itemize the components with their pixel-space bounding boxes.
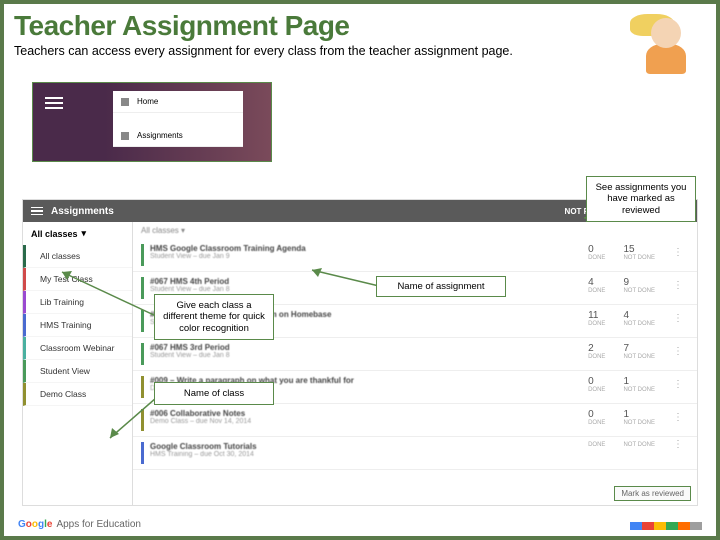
more-icon[interactable]: ⋮ <box>673 250 683 256</box>
arrow-class-name <box>104 394 159 444</box>
callout-reviewed: See assignments you have marked as revie… <box>586 176 696 222</box>
assignment-subtitle: Student View – due Jan 9 <box>150 253 582 260</box>
mark-as-reviewed-button[interactable]: Mark as reviewed <box>614 486 691 501</box>
notdone-count: 7 <box>623 343 655 354</box>
callout-class-name: Name of class <box>154 382 274 405</box>
done-count: 0 <box>588 409 605 420</box>
more-icon[interactable]: ⋮ <box>673 349 683 355</box>
app-screenshot: Assignments NOT REVIEWED REVIEWED All cl… <box>22 199 698 506</box>
arrow-theme <box>54 264 159 324</box>
assignment-subtitle: Student View – due Jan 8 <box>150 352 582 359</box>
all-classes-dropdown[interactable]: All classes ▾ <box>23 222 132 245</box>
main-menu-banner: Home Assignments <box>32 82 272 162</box>
assignment-subtitle: HMS Training – due Oct 30, 2014 <box>150 451 582 458</box>
menu-item-home[interactable]: Home <box>113 91 243 113</box>
more-icon[interactable]: ⋮ <box>673 316 683 322</box>
class-color-bar <box>141 244 144 266</box>
class-color-bar <box>141 343 144 365</box>
assignment-row[interactable]: HMS Google Classroom Training Agenda Stu… <box>133 239 697 272</box>
assignment-row[interactable]: #067 HMS 3rd Period Student View – due J… <box>133 338 697 371</box>
class-color-bar <box>141 442 144 464</box>
app-hamburger-icon[interactable] <box>31 207 43 216</box>
footer-logo: Google Apps for Education <box>18 519 141 530</box>
callout-theme: Give each class a different theme for qu… <box>154 294 274 340</box>
notdone-count: 9 <box>623 277 655 288</box>
callout-assignment-name: Name of assignment <box>376 276 506 297</box>
more-icon[interactable]: ⋮ <box>673 382 683 388</box>
notdone-count: 1 <box>623 409 655 420</box>
done-count: 4 <box>588 277 605 288</box>
assignments-icon <box>121 132 129 140</box>
done-count: 2 <box>588 343 605 354</box>
sidebar-class-item[interactable]: Student View <box>23 360 132 383</box>
footer-color-bars <box>630 522 702 530</box>
teacher-avatar <box>636 10 696 80</box>
notdone-count: 15 <box>623 244 655 255</box>
notdone-count: 4 <box>623 310 655 321</box>
assignment-row[interactable]: #006 Collaborative Notes Demo Class – du… <box>133 404 697 437</box>
more-icon[interactable]: ⋮ <box>673 415 683 421</box>
assignments-content: All classes ▾ HMS Google Classroom Train… <box>133 222 697 505</box>
done-count: 11 <box>588 310 605 321</box>
notdone-count: 1 <box>623 376 655 387</box>
done-count: 0 <box>588 244 605 255</box>
arrow-assignment-name <box>304 264 384 294</box>
more-icon[interactable]: ⋮ <box>673 283 683 289</box>
home-icon <box>121 98 129 106</box>
content-filter[interactable]: All classes ▾ <box>133 222 697 239</box>
page-subtitle: Teachers can access every assignment for… <box>4 44 716 64</box>
assignment-title: Google Classroom Tutorials <box>150 442 582 451</box>
done-count: 0 <box>588 376 605 387</box>
sidebar-class-item[interactable]: Classroom Webinar <box>23 337 132 360</box>
hamburger-icon[interactable] <box>45 97 63 112</box>
more-icon[interactable]: ⋮ <box>673 442 683 448</box>
assignment-row[interactable]: Google Classroom Tutorials HMS Training … <box>133 437 697 470</box>
google-logo: Google <box>18 519 52 530</box>
assignment-title: HMS Google Classroom Training Agenda <box>150 244 582 253</box>
page-title: Teacher Assignment Page <box>4 4 716 44</box>
menu-item-assignments[interactable]: Assignments <box>113 125 243 147</box>
chevron-down-icon: ▾ <box>82 228 87 239</box>
app-header-title: Assignments <box>51 206 565 217</box>
banner-dropdown-menu: Home Assignments <box>113 91 243 147</box>
assignment-subtitle: Demo Class – due Nov 14, 2014 <box>150 418 582 425</box>
assignment-title: #006 Collaborative Notes <box>150 409 582 418</box>
assignment-title: #067 HMS 3rd Period <box>150 343 582 352</box>
